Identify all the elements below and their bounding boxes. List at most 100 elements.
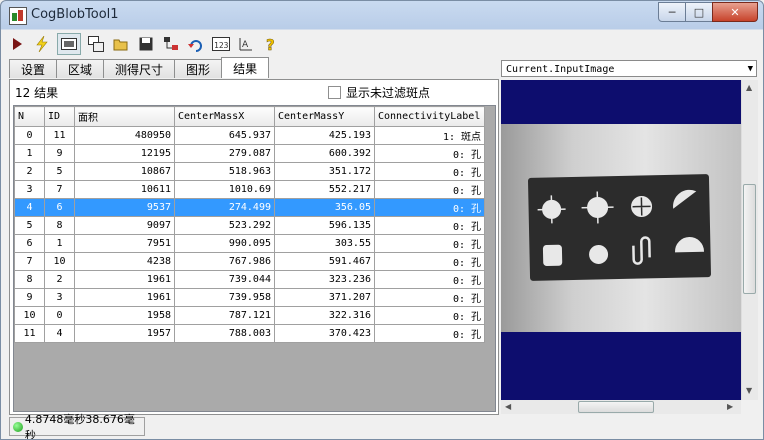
table-cell[interactable]: 0: 孔 bbox=[374, 252, 485, 271]
checkbox-box[interactable] bbox=[328, 86, 341, 99]
maximize-button[interactable]: □ bbox=[685, 2, 713, 22]
table-cell[interactable]: 4 bbox=[14, 198, 45, 217]
table-cell[interactable]: 552.217 bbox=[274, 180, 375, 199]
table-cell[interactable]: 10611 bbox=[74, 180, 175, 199]
table-cell[interactable]: 2 bbox=[44, 270, 75, 289]
table-cell[interactable]: 596.135 bbox=[274, 216, 375, 235]
table-cell[interactable]: 370.423 bbox=[274, 324, 375, 343]
table-cell[interactable]: 591.467 bbox=[274, 252, 375, 271]
table-cell[interactable]: 0: 孔 bbox=[374, 288, 485, 307]
table-row[interactable]: 0 11 480950 645.937 425.193 1: 斑点 bbox=[14, 126, 485, 145]
table-row[interactable]: 7 10 4238 767.986 591.467 0: 孔 bbox=[14, 252, 485, 271]
table-cell[interactable]: 274.499 bbox=[174, 198, 275, 217]
col-header-centermassx[interactable]: CenterMassX bbox=[174, 106, 275, 127]
table-row[interactable]: 3 7 10611 1010.69 552.217 0: 孔 bbox=[14, 180, 485, 199]
table-cell[interactable]: 8 bbox=[44, 216, 75, 235]
table-cell[interactable]: 1957 bbox=[74, 324, 175, 343]
image-view-icon[interactable] bbox=[57, 33, 81, 55]
table-cell[interactable]: 9537 bbox=[74, 198, 175, 217]
table-cell[interactable]: 351.172 bbox=[274, 162, 375, 181]
table-cell[interactable]: 1 bbox=[14, 144, 45, 163]
table-cell[interactable]: 3 bbox=[44, 288, 75, 307]
minimize-button[interactable]: ─ bbox=[658, 2, 686, 22]
table-cell[interactable]: 9 bbox=[14, 288, 45, 307]
table-cell[interactable]: 322.316 bbox=[274, 306, 375, 325]
table-cell[interactable]: 788.003 bbox=[174, 324, 275, 343]
tab-results[interactable]: 结果 bbox=[221, 57, 270, 78]
table-cell[interactable]: 0: 孔 bbox=[374, 162, 485, 181]
save-icon[interactable] bbox=[136, 34, 156, 54]
tab-region[interactable]: 区域 bbox=[56, 59, 105, 78]
horizontal-scroll-thumb[interactable] bbox=[578, 401, 654, 413]
table-cell[interactable]: 0: 孔 bbox=[374, 216, 485, 235]
table-cell[interactable]: 0: 孔 bbox=[374, 324, 485, 343]
table-cell[interactable]: 4238 bbox=[74, 252, 175, 271]
table-cell[interactable]: 3 bbox=[14, 180, 45, 199]
table-cell[interactable]: 0: 孔 bbox=[374, 270, 485, 289]
table-cell[interactable]: 425.193 bbox=[274, 126, 375, 145]
table-cell[interactable]: 0: 孔 bbox=[374, 306, 485, 325]
table-cell[interactable]: 739.958 bbox=[174, 288, 275, 307]
table-cell[interactable]: 1 bbox=[44, 234, 75, 253]
tab-graphics[interactable]: 图形 bbox=[174, 59, 223, 78]
table-row[interactable]: 9 3 1961 739.958 371.207 0: 孔 bbox=[14, 288, 485, 307]
table-row[interactable]: 2 5 10867 518.963 351.172 0: 孔 bbox=[14, 162, 485, 181]
table-cell[interactable]: 518.963 bbox=[174, 162, 275, 181]
vertical-scrollbar[interactable]: ▲ ▼ bbox=[741, 80, 758, 400]
table-cell[interactable]: 7 bbox=[14, 252, 45, 271]
table-row[interactable]: 11 4 1957 788.003 370.423 0: 孔 bbox=[14, 324, 485, 343]
table-cell[interactable]: 0: 孔 bbox=[374, 144, 485, 163]
table-row[interactable]: 6 1 7951 990.095 303.55 0: 孔 bbox=[14, 234, 485, 253]
table-cell[interactable]: 279.087 bbox=[174, 144, 275, 163]
table-row[interactable]: 10 0 1958 787.121 322.316 0: 孔 bbox=[14, 306, 485, 325]
title-bar[interactable]: CogBlobTool1 ─ □ ✕ bbox=[1, 1, 763, 29]
table-cell[interactable]: 323.236 bbox=[274, 270, 375, 289]
table-cell[interactable]: 303.55 bbox=[274, 234, 375, 253]
table-cell[interactable]: 600.392 bbox=[274, 144, 375, 163]
number-display-icon[interactable]: 123 bbox=[211, 34, 231, 54]
table-cell[interactable]: 6 bbox=[44, 198, 75, 217]
table-cell[interactable]: 1961 bbox=[74, 288, 175, 307]
horizontal-scrollbar[interactable]: ◀ ▶ bbox=[501, 400, 741, 414]
table-cell[interactable]: 0: 孔 bbox=[374, 234, 485, 253]
table-cell[interactable]: 1961 bbox=[74, 270, 175, 289]
col-header-area[interactable]: 面积 bbox=[74, 106, 175, 127]
results-grid[interactable]: N ID 面积 CenterMassX CenterMassY Connecti… bbox=[13, 105, 496, 412]
col-header-connectivity[interactable]: ConnectivityLabel bbox=[374, 106, 485, 127]
table-cell[interactable]: 645.937 bbox=[174, 126, 275, 145]
run-icon[interactable] bbox=[7, 34, 27, 54]
table-cell[interactable]: 4 bbox=[44, 324, 75, 343]
open-folder-icon[interactable] bbox=[111, 34, 131, 54]
image-display[interactable] bbox=[501, 80, 741, 400]
col-header-id[interactable]: ID bbox=[44, 106, 75, 127]
table-cell[interactable]: 787.121 bbox=[174, 306, 275, 325]
multi-window-icon[interactable] bbox=[86, 34, 106, 54]
table-cell[interactable]: 10 bbox=[14, 306, 45, 325]
table-cell[interactable]: 2 bbox=[14, 162, 45, 181]
table-cell[interactable]: 5 bbox=[44, 162, 75, 181]
table-cell[interactable]: 0 bbox=[44, 306, 75, 325]
table-cell[interactable]: 6 bbox=[14, 234, 45, 253]
lightning-icon[interactable] bbox=[32, 34, 52, 54]
col-header-n[interactable]: N bbox=[14, 106, 45, 127]
scroll-up-icon[interactable]: ▲ bbox=[746, 83, 752, 92]
table-row[interactable]: 1 9 12195 279.087 600.392 0: 孔 bbox=[14, 144, 485, 163]
table-cell[interactable]: 0: 孔 bbox=[374, 180, 485, 199]
table-cell[interactable]: 7 bbox=[44, 180, 75, 199]
table-cell[interactable]: 12195 bbox=[74, 144, 175, 163]
table-cell[interactable]: 0 bbox=[14, 126, 45, 145]
tab-measurements[interactable]: 测得尺寸 bbox=[103, 59, 176, 78]
table-cell[interactable]: 10867 bbox=[74, 162, 175, 181]
table-cell[interactable]: 371.207 bbox=[274, 288, 375, 307]
scroll-left-icon[interactable]: ◀ bbox=[505, 402, 511, 411]
table-cell[interactable]: 990.095 bbox=[174, 234, 275, 253]
table-cell[interactable]: 1010.69 bbox=[174, 180, 275, 199]
table-row[interactable]: 8 2 1961 739.044 323.236 0: 孔 bbox=[14, 270, 485, 289]
scroll-down-icon[interactable]: ▼ bbox=[746, 386, 752, 395]
show-unfiltered-checkbox[interactable]: 显示未过滤斑点 bbox=[328, 84, 430, 101]
reset-icon[interactable] bbox=[186, 34, 206, 54]
table-cell[interactable]: 523.292 bbox=[174, 216, 275, 235]
image-selector-dropdown[interactable]: Current.InputImage ▼ bbox=[501, 60, 757, 77]
table-cell[interactable]: 11 bbox=[44, 126, 75, 145]
table-cell[interactable]: 9097 bbox=[74, 216, 175, 235]
